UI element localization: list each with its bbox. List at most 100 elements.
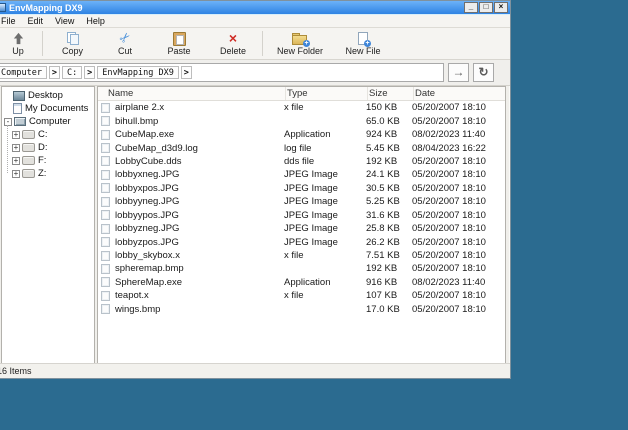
menu-view[interactable]: View — [49, 15, 80, 27]
minimize-button[interactable]: _ — [464, 2, 478, 13]
file-name: SphereMap.exe — [115, 277, 284, 288]
file-date: 05/20/2007 18:10 — [412, 156, 505, 167]
close-button[interactable]: × — [494, 2, 508, 13]
copy-button[interactable]: Copy — [46, 28, 99, 59]
delete-button-label: Delete — [220, 46, 246, 56]
tree-item-c[interactable]: +C: — [2, 128, 94, 141]
file-name: spheremap.bmp — [115, 263, 284, 274]
tree-item-label: Z: — [38, 168, 46, 179]
copy-icon — [66, 32, 80, 45]
file-type: x file — [284, 250, 366, 261]
expand-icon[interactable]: + — [12, 144, 20, 152]
column-header-type[interactable]: Type — [286, 87, 368, 100]
tree-item-z[interactable]: + Z: — [2, 167, 94, 180]
table-row[interactable]: lobbyxneg.JPGJPEG Image24.1 KB05/20/2007… — [98, 168, 505, 181]
chevron-right-icon[interactable]: > — [181, 66, 192, 79]
app-icon — [0, 3, 6, 12]
file-name: CubeMap.exe — [115, 129, 284, 140]
file-type: x file — [284, 290, 366, 301]
table-row[interactable]: CubeMap_d3d9.loglog file5.45 KB08/04/202… — [98, 141, 505, 154]
file-name: teapot.x — [115, 290, 284, 301]
collapse-icon[interactable]: - — [4, 118, 12, 126]
file-size: 916 KB — [366, 277, 412, 288]
table-row[interactable]: CubeMap.exeApplication924 KB08/02/2023 1… — [98, 128, 505, 141]
file-type: Application — [284, 277, 366, 288]
toolbar-separator — [262, 31, 263, 56]
tree-item-f[interactable]: +F: — [2, 154, 94, 167]
file-name: LobbyCube.dds — [115, 156, 284, 167]
plus-badge-icon — [364, 40, 371, 47]
paste-button[interactable]: Paste — [151, 28, 207, 59]
file-size: 31.6 KB — [366, 210, 412, 221]
breadcrumb[interactable]: Computer > C: > EnvMapping DX9 > — [0, 63, 444, 82]
main-content: DesktopMy Documents-Computer+C:+D:+F:+Z:… — [0, 85, 512, 364]
column-header-date[interactable]: Date — [414, 87, 505, 100]
go-button[interactable]: → — [448, 63, 469, 82]
plus-badge-icon — [303, 40, 310, 47]
tree-item-d[interactable]: +D: — [2, 141, 94, 154]
drive-icon — [22, 156, 35, 165]
chevron-right-icon[interactable]: > — [84, 66, 95, 79]
delete-button[interactable]: × Delete — [207, 28, 259, 59]
drive-icon — [22, 130, 35, 139]
file-date: 05/20/2007 18:10 — [412, 116, 505, 127]
refresh-button[interactable]: ↻ — [473, 63, 494, 82]
table-row[interactable]: lobbyyneg.JPGJPEG Image5.25 KB05/20/2007… — [98, 195, 505, 208]
table-row[interactable]: bihull.bmp65.0 KB05/20/2007 18:10 — [98, 114, 505, 127]
file-icon — [101, 103, 110, 113]
file-date: 05/20/2007 18:10 — [412, 183, 505, 194]
file-icon — [101, 143, 110, 153]
title-bar[interactable]: EnvMapping DX9 _ □ × — [0, 1, 510, 15]
file-icon — [101, 156, 110, 166]
table-row[interactable]: lobby_skybox.xx file7.51 KB05/20/2007 18… — [98, 249, 505, 262]
tree-item-my-documents[interactable]: My Documents — [2, 102, 94, 115]
new-folder-button[interactable]: New Folder — [266, 28, 334, 59]
table-row[interactable]: lobbyxpos.JPGJPEG Image30.5 KB05/20/2007… — [98, 182, 505, 195]
table-row[interactable]: lobbyzpos.JPGJPEG Image26.2 KB05/20/2007… — [98, 235, 505, 248]
item-count: 16 Items — [0, 366, 32, 376]
cut-button[interactable]: ✂ Cut — [99, 28, 151, 59]
breadcrumb-c-drive[interactable]: C: — [62, 66, 82, 79]
table-row[interactable]: LobbyCube.ddsdds file192 KB05/20/2007 18… — [98, 155, 505, 168]
column-header-size[interactable]: Size — [368, 87, 414, 100]
file-size: 924 KB — [366, 129, 412, 140]
file-type: x file — [284, 102, 366, 113]
menu-edit[interactable]: Edit — [22, 15, 50, 27]
file-icon — [101, 116, 110, 126]
folder-tree-pane[interactable]: DesktopMy Documents-Computer+C:+D:+F:+Z: — [1, 86, 95, 364]
tree-item-desktop[interactable]: Desktop — [2, 89, 94, 102]
expand-icon[interactable]: + — [12, 170, 20, 178]
refresh-icon: ↻ — [478, 65, 488, 79]
menu-file[interactable]: File — [0, 15, 22, 27]
file-size: 25.8 KB — [366, 223, 412, 234]
tree-item-computer[interactable]: -Computer — [2, 115, 94, 128]
breadcrumb-computer[interactable]: Computer — [0, 66, 47, 79]
table-row[interactable]: lobbyypos.JPGJPEG Image31.6 KB05/20/2007… — [98, 209, 505, 222]
maximize-button[interactable]: □ — [479, 2, 493, 13]
table-row[interactable]: spheremap.bmp192 KB05/20/2007 18:10 — [98, 262, 505, 275]
file-name: lobby_skybox.x — [115, 250, 284, 261]
table-row[interactable]: wings.bmp17.0 KB05/20/2007 18:10 — [98, 303, 505, 316]
file-name: bihull.bmp — [115, 116, 284, 127]
chevron-right-icon[interactable]: > — [49, 66, 60, 79]
address-bar: Computer > C: > EnvMapping DX9 > → ↻ — [0, 60, 510, 86]
expand-icon[interactable]: + — [12, 157, 20, 165]
file-list-pane[interactable]: Name Type Size Date airplane 2.xx file15… — [97, 86, 506, 364]
file-type: Application — [284, 129, 366, 140]
up-arrow-icon — [12, 31, 25, 45]
table-row[interactable]: SphereMap.exeApplication916 KB08/02/2023… — [98, 276, 505, 289]
new-file-button[interactable]: New File — [334, 28, 392, 59]
table-row[interactable]: lobbyzneg.JPGJPEG Image25.8 KB05/20/2007… — [98, 222, 505, 235]
breadcrumb-envmapping-dx9[interactable]: EnvMapping DX9 — [97, 66, 179, 79]
toolbar-separator — [42, 31, 43, 56]
window-title: EnvMapping DX9 — [9, 3, 463, 13]
column-header-name[interactable]: Name — [98, 87, 286, 100]
table-row[interactable]: teapot.xx file107 KB05/20/2007 18:10 — [98, 289, 505, 302]
expand-icon[interactable]: + — [12, 131, 20, 139]
table-row[interactable]: airplane 2.xx file150 KB05/20/2007 18:10 — [98, 101, 505, 114]
file-date: 05/20/2007 18:10 — [412, 223, 505, 234]
menu-help[interactable]: Help — [80, 15, 111, 27]
drive-icon — [22, 169, 35, 178]
up-button[interactable]: Up — [0, 28, 39, 59]
file-name: lobbyxneg.JPG — [115, 169, 284, 180]
